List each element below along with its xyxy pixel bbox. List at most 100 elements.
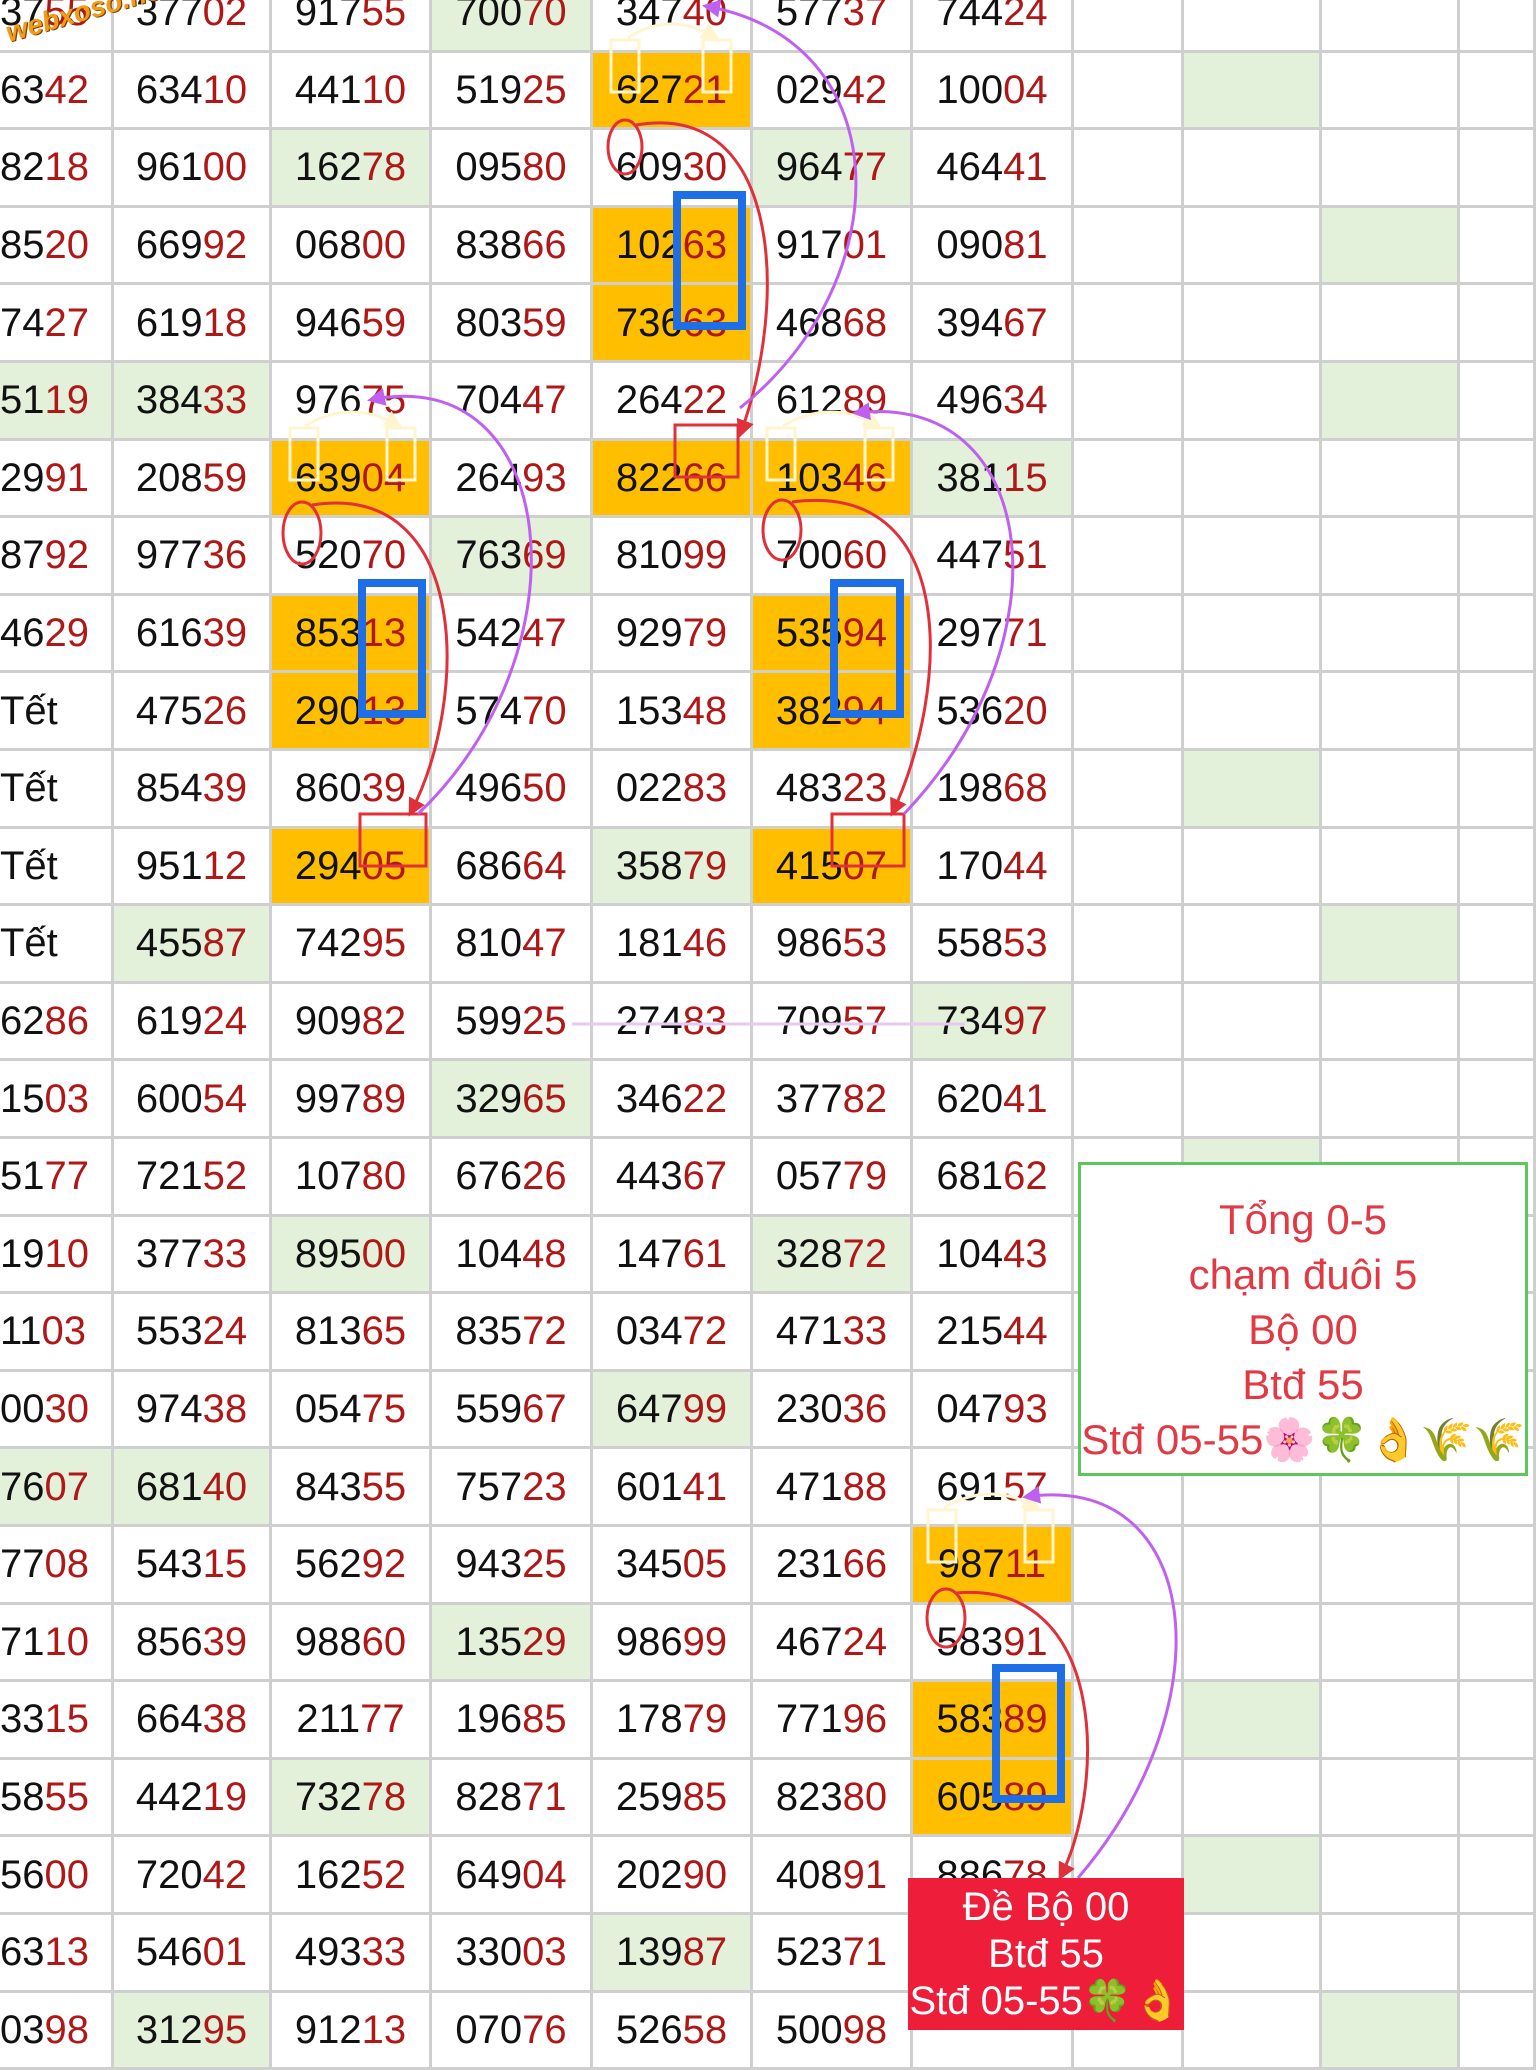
result-cell: 500 98 [753,1992,913,2070]
number-head: 483 [775,766,843,811]
number-tail: 68 [1003,766,1048,811]
number-tail: 86 [44,999,90,1044]
result-cell: 022 83 [593,751,753,829]
empty-cell [1074,673,1184,751]
result-cell: 162 52 [272,1837,432,1915]
empty-cell [1074,906,1184,984]
result-cell: 77 08 [0,1527,114,1605]
result-cell: 843 55 [272,1449,432,1527]
number-tail: 39 [361,766,407,811]
empty-cell [1184,1759,1322,1838]
number-tail: 50 [522,766,567,811]
number-tail: 33 [202,1231,248,1276]
result-cell: 202 90 [593,1837,753,1915]
number-tail: 23 [522,1464,567,1509]
result-cell: 00 30 [0,1371,114,1450]
number-head: 471 [775,1309,843,1354]
empty-cell [1460,1061,1536,1139]
empty-cell [1322,363,1460,441]
number-head: 912 [294,2007,362,2052]
number-tail: 05 [682,1542,728,1587]
number-tail: 03 [44,1076,90,1121]
number-head: 664 [135,1697,203,1742]
empty-cell [1184,828,1322,907]
number-head: 496 [455,766,523,811]
result-cell: 649 04 [432,1837,593,1915]
number-head: 057 [775,1154,843,1199]
number-tail: 59 [522,300,567,345]
empty-cell [1074,207,1184,286]
number-head: 381 [936,455,1004,500]
result-cell: 583 91 [913,1604,1074,1683]
empty-cell [1074,1682,1184,1760]
result-cell: 74 27 [0,285,114,363]
number-head: 408 [775,1852,843,1897]
number-tail: 08 [44,1542,90,1587]
number-tail: 72 [522,1309,567,1354]
number-tail: 85 [682,1775,728,1820]
number-tail: 25 [522,67,567,112]
number-head: 734 [936,999,1004,1044]
number-head: 196 [455,1697,523,1742]
result-cell: 147 61 [593,1216,753,1295]
number-tail: 93 [1003,1387,1048,1432]
result-cell: 686 64 [432,828,593,907]
result-cell: 676 26 [432,1139,593,1217]
number-head: 202 [615,1852,683,1897]
number-head: 616 [135,611,203,656]
number-tail: 67 [682,1154,728,1199]
number-tail: 25 [522,999,567,1044]
number-head: 493 [294,1930,362,1975]
number-tail: 67 [522,1387,567,1432]
number-head: 822 [615,455,683,500]
number-head: 736 [615,300,683,345]
number-tail: 70 [522,0,567,35]
number-tail: 59 [202,455,248,500]
empty-cell [1322,52,1460,131]
number-head: 107 [294,1154,362,1199]
result-cell: 976 75 [272,363,432,441]
number-head: 620 [936,1076,1004,1121]
result-cell: 19 10 [0,1216,114,1295]
number-head: 297 [936,611,1004,656]
number-head: 208 [135,455,203,500]
number-tail: 47 [522,378,567,423]
result-cell: 583 89 [913,1682,1074,1760]
number-head: 977 [135,533,203,578]
number-tail: 39 [202,611,248,656]
result-cell: 535 94 [753,595,913,674]
number-tail: 24 [202,1309,248,1354]
empty-cell [1460,595,1536,674]
number-tail: 04 [1003,67,1048,112]
empty-cell [1322,1682,1460,1760]
result-cell: 562 92 [272,1527,432,1605]
result-cell: 619 24 [114,983,272,1062]
number-head: 63 [0,1930,45,1975]
number-tail: 55 [361,0,407,35]
number-head: 763 [455,533,523,578]
result-cell: 11 03 [0,1294,114,1372]
number-tail: 38 [202,1387,248,1432]
number-head: 647 [615,1387,683,1432]
result-cell: 471 33 [753,1294,913,1372]
empty-cell [1184,595,1322,674]
result-cell: 381 15 [913,440,1074,519]
number-head: 599 [455,999,523,1044]
result-cell: 616 39 [114,595,272,674]
empty-cell [1322,751,1460,829]
number-head: 757 [455,1464,523,1509]
number-head: 329 [455,1076,523,1121]
empty-cell [1074,1759,1184,1838]
number-tail: 95 [202,2007,248,2052]
number-tail: 41 [1003,1076,1048,1121]
number-head: 328 [775,1231,843,1276]
empty-cell [1460,906,1536,984]
number-head: 649 [455,1852,523,1897]
number-head: 520 [294,533,362,578]
empty-cell [1184,285,1322,363]
result-cell: 100 04 [913,52,1074,131]
empty-cell [1322,1604,1460,1683]
empty-cell [1184,983,1322,1062]
number-head: 33 [0,1697,45,1742]
result-cell: 294 05 [272,828,432,907]
